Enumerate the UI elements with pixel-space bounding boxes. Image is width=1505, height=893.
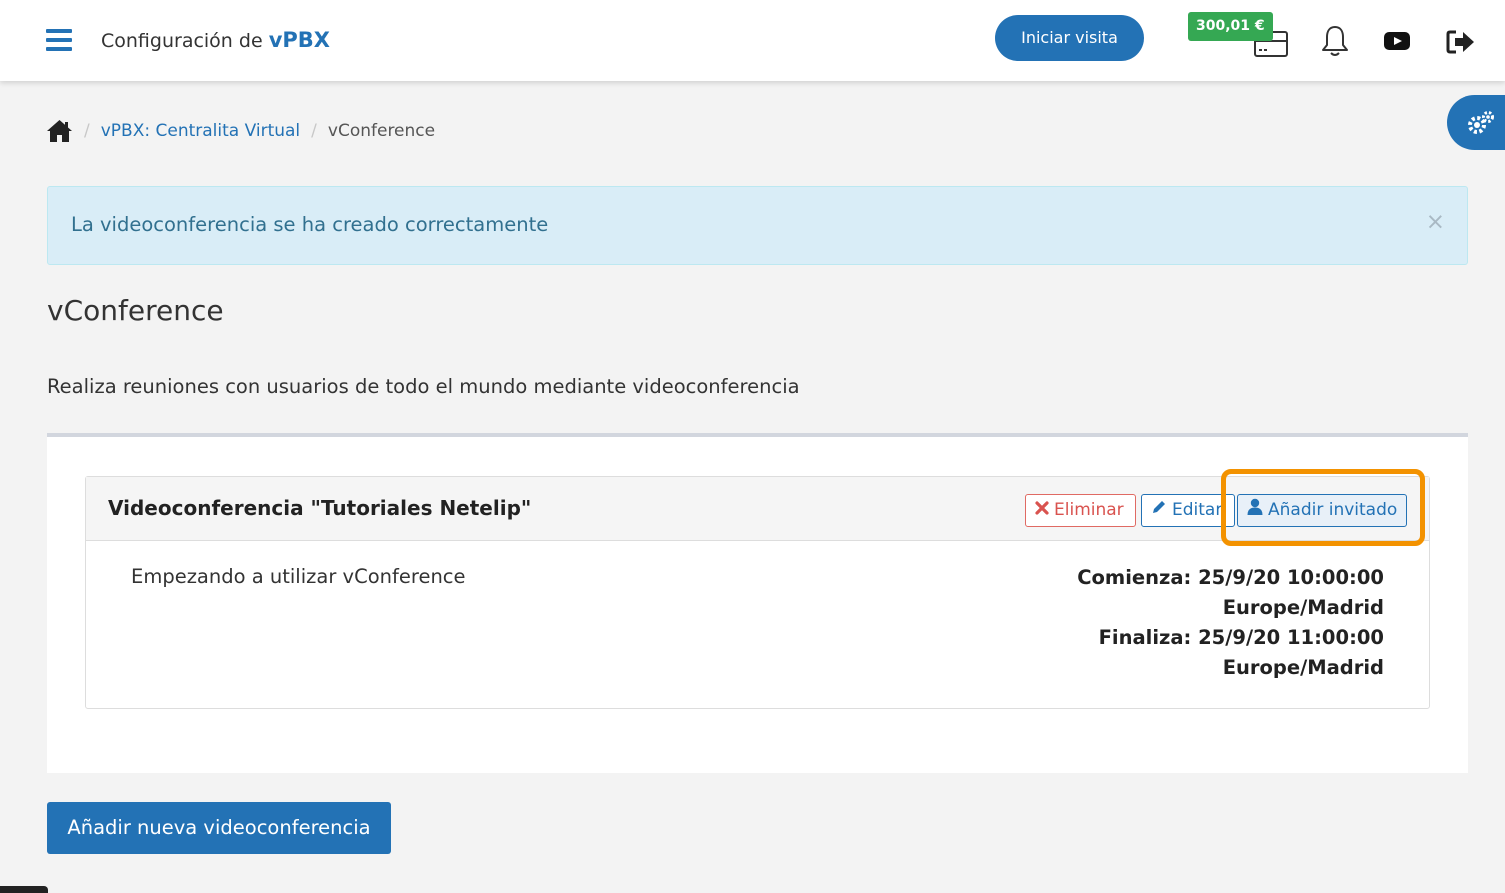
home-icon[interactable] <box>46 119 73 143</box>
menu-icon[interactable] <box>46 29 72 51</box>
start-tour-button[interactable]: Iniciar visita <box>995 15 1144 61</box>
app-title-prefix: Configuración de <box>101 30 263 52</box>
conference-panel-header: Videoconferencia "Tutoriales Netelip" El… <box>86 469 1429 546</box>
breadcrumb: / vPBX: Centralita Virtual / vConference <box>46 116 435 146</box>
add-guest-button[interactable]: Añadir invitado <box>1237 494 1407 527</box>
edit-conference-button[interactable]: Editar <box>1141 494 1235 527</box>
user-icon <box>1247 495 1263 526</box>
settings-panel-toggle[interactable] <box>1447 95 1505 150</box>
start-timezone: Europe/Madrid <box>1222 596 1384 619</box>
close-icon[interactable]: × <box>1426 211 1445 234</box>
gears-icon <box>1466 109 1496 141</box>
conference-description: Empezando a utilizar vConference <box>131 565 466 588</box>
bell-icon[interactable] <box>1320 24 1350 62</box>
page-description: Realiza reuniones con usuarios de todo e… <box>47 375 800 398</box>
app-title: Configuración de vPBX <box>101 28 330 52</box>
breadcrumb-current: vConference <box>327 121 436 141</box>
add-guest-label: Añadir invitado <box>1268 500 1398 520</box>
conference-title: Videoconferencia "Tutoriales Netelip" <box>108 496 532 520</box>
add-new-conference-button[interactable]: Añadir nueva videoconferencia <box>47 802 391 854</box>
conference-schedule: Comienza: 25/9/20 10:00:00 Europe/Madrid… <box>1077 563 1384 683</box>
breadcrumb-separator: / <box>84 121 90 141</box>
conference-panel: Videoconferencia "Tutoriales Netelip" El… <box>85 469 1430 709</box>
delete-conference-button[interactable]: Eliminar <box>1025 494 1136 527</box>
alert-message: La videoconferencia se ha creado correct… <box>71 213 549 236</box>
end-timezone: Europe/Madrid <box>1222 656 1384 679</box>
balance-badge: 300,01 € <box>1188 12 1273 41</box>
pencil-icon <box>1151 495 1167 526</box>
breadcrumb-separator: / <box>311 121 317 141</box>
youtube-icon[interactable] <box>1383 31 1411 55</box>
times-icon <box>1035 495 1049 526</box>
conferences-box: Videoconferencia "Tutoriales Netelip" El… <box>47 433 1468 773</box>
top-bar: Configuración de vPBX Iniciar visita 300… <box>0 0 1505 81</box>
app-title-brand: vPBX <box>268 28 330 52</box>
success-alert: La videoconferencia se ha creado correct… <box>47 186 1468 265</box>
end-time: Finaliza: 25/9/20 11:00:00 <box>1098 626 1384 649</box>
corner-bar <box>0 886 48 893</box>
breadcrumb-link-vpbx[interactable]: vPBX: Centralita Virtual <box>101 121 300 141</box>
delete-label: Eliminar <box>1054 500 1124 520</box>
page-title: vConference <box>47 294 224 327</box>
logout-icon[interactable] <box>1446 29 1476 59</box>
edit-label: Editar <box>1172 500 1223 520</box>
start-time: Comienza: 25/9/20 10:00:00 <box>1077 566 1384 589</box>
